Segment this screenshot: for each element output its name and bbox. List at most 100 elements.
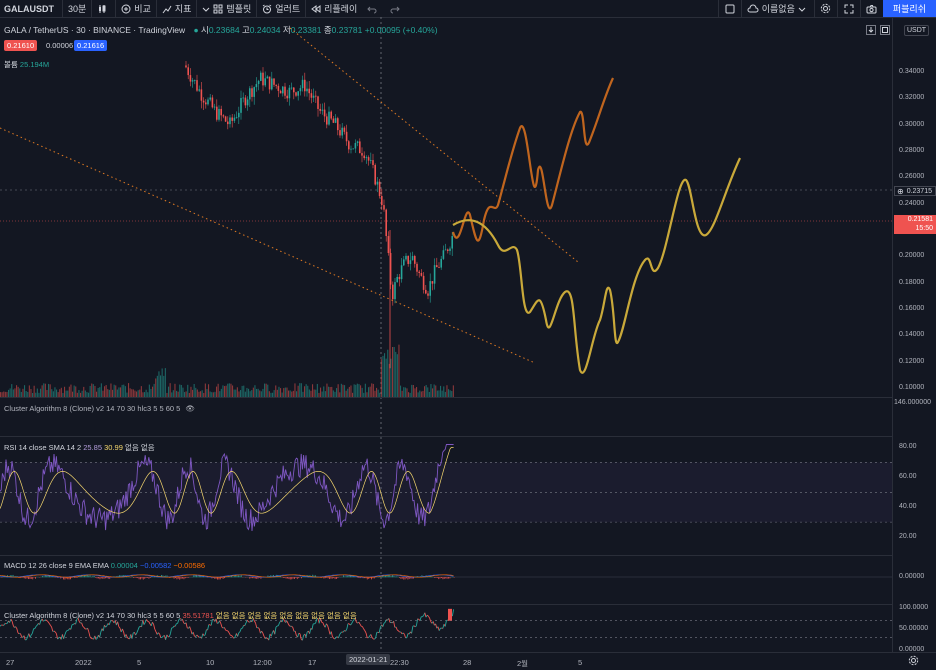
cluster-line-segment [139, 626, 140, 627]
price-axis-tick: 0.10000 [899, 384, 924, 391]
candle-body [253, 87, 255, 97]
price-axis[interactable]: 0.340000.320000.300000.280000.260000.240… [892, 0, 936, 397]
macd-histogram-bar [116, 576, 117, 577]
close-value: 0.23781 [332, 25, 363, 35]
time-axis-tick: 28 [463, 658, 471, 667]
scroll-down-icon[interactable] [866, 25, 876, 35]
candle-body [357, 141, 359, 143]
macd-histogram-bar [76, 577, 77, 578]
low-value: 0.23381 [291, 25, 322, 35]
macd-histogram-bar [27, 577, 28, 578]
macd-histogram-bar [188, 577, 189, 578]
cluster-line-segment [352, 621, 353, 623]
macd-histogram-bar [305, 576, 306, 578]
macd-histogram-bar [221, 577, 222, 578]
cluster-line-segment [88, 628, 89, 632]
macd-histogram-bar [356, 576, 357, 577]
redo-icon [390, 4, 400, 14]
macd-histogram-bar [14, 576, 15, 577]
indicators-button[interactable]: 지표 [157, 0, 198, 17]
cluster-line-segment [334, 638, 335, 639]
price-axis-tick: 0.26000 [899, 173, 924, 180]
macd-histogram-bar [111, 577, 112, 578]
volume-bar [416, 387, 417, 397]
candle-body [311, 93, 313, 98]
gear-icon[interactable] [908, 655, 919, 666]
cluster-line-segment [325, 624, 326, 628]
symbol-title: GALA / TetherUS · 30 · BINANCE · Trading… [4, 25, 185, 35]
pane-separator[interactable] [0, 604, 892, 605]
time-axis[interactable]: 27202251012:001722:30282월5 [0, 652, 936, 670]
chevron-down-icon [798, 5, 806, 13]
templates-button[interactable]: 템플릿 [197, 0, 257, 17]
price-axis-tick: 0.34000 [899, 68, 924, 75]
redo-button[interactable] [385, 0, 408, 17]
volume-bar [376, 388, 377, 397]
volume-bar [133, 389, 134, 397]
macd-histogram-bar [350, 576, 351, 577]
symbol-search-button[interactable]: GALAUSDT [0, 0, 63, 17]
cluster-line-segment [196, 635, 197, 637]
interval-button[interactable]: 30분 [63, 0, 92, 17]
cluster-line-segment [56, 634, 57, 639]
ask-price-button[interactable]: 0.21616 [74, 40, 107, 51]
pane-separator[interactable] [0, 555, 892, 556]
candle-body [370, 160, 372, 161]
undo-button[interactable] [362, 0, 385, 17]
candle-body [359, 141, 361, 153]
fullscreen-button[interactable] [837, 0, 860, 17]
volume-bar [168, 387, 169, 397]
pane-separator[interactable] [0, 436, 892, 437]
macd-histogram-bar [183, 577, 184, 579]
macd-histogram-bar [92, 576, 93, 577]
macd-histogram-bar [158, 576, 159, 577]
chart-type-button[interactable] [92, 0, 116, 17]
candle-body [207, 100, 209, 105]
alerts-button[interactable]: 얼러트 [257, 0, 306, 17]
cluster-line-segment [262, 631, 263, 633]
bid-price-button[interactable]: 0.21610 [4, 40, 37, 51]
volume-bar [150, 389, 151, 397]
cluster1-label-text: Cluster Algorithm 8 (Clone) v2 14 70 30 … [4, 404, 180, 413]
cluster-line-segment [221, 623, 222, 627]
settings-button[interactable] [814, 0, 837, 17]
volume-bar [394, 347, 395, 397]
cluster-line-segment [433, 621, 434, 625]
macd-histogram-bar [368, 577, 369, 579]
maximize-pane-icon[interactable] [880, 25, 890, 35]
volume-bar [226, 386, 227, 397]
snapshot-button[interactable] [860, 0, 883, 17]
compare-button[interactable]: 비교 [116, 0, 157, 17]
cluster-line-segment [148, 621, 149, 622]
crosshair-price-label: ⊕ 0.23715 [894, 186, 936, 196]
candle-body [330, 112, 332, 119]
layout-button[interactable] [718, 0, 741, 17]
camera-icon [866, 4, 877, 14]
cluster-line-segment [426, 615, 427, 617]
cluster-line-segment [384, 622, 385, 623]
macd-histogram-bar [260, 577, 261, 579]
macd-histogram-bar [386, 575, 387, 577]
volume-bar [16, 385, 17, 397]
layout-name-button[interactable]: 이름없음 [741, 0, 814, 17]
macd-histogram-bar [62, 577, 63, 578]
volume-bar [59, 389, 60, 397]
replay-button[interactable]: 리플레이 [306, 0, 362, 17]
macd-histogram-bar [315, 575, 316, 577]
macd-histogram-bar [449, 577, 450, 578]
macd-histogram-bar [280, 576, 281, 577]
macd-histogram-bar [440, 577, 441, 578]
volume-bar [312, 384, 313, 397]
pane-separator[interactable] [0, 397, 892, 398]
volume-bar [262, 389, 263, 397]
volume-bar [400, 386, 401, 397]
eye-icon[interactable]: 👁 [185, 404, 195, 413]
cluster-line-segment [185, 623, 186, 624]
volume-bar [155, 378, 156, 397]
cluster-line-segment [136, 633, 137, 635]
macd-histogram-bar [445, 577, 446, 578]
cluster-line-segment [150, 624, 151, 626]
macd-histogram-bar [384, 576, 385, 577]
plus-circle-icon[interactable]: ⊕ [897, 187, 904, 197]
cluster-line-segment [410, 632, 411, 634]
